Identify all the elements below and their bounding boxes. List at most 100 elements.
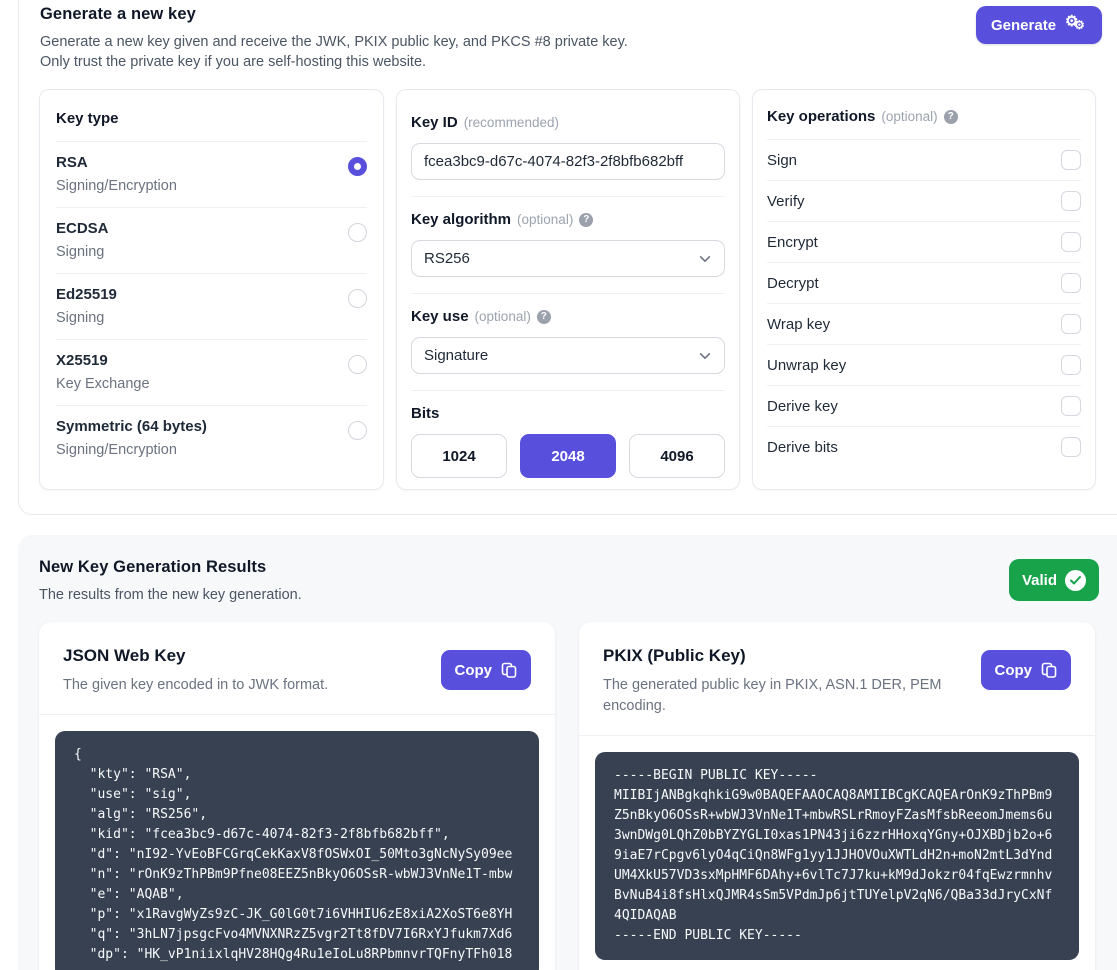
operation-label: Decrypt	[767, 275, 819, 292]
key-use-section: Key use (optional) ? Signature	[411, 294, 725, 391]
generator-form: Key type RSA Signing/Encryption ECDSA Si…	[39, 89, 1096, 490]
key-operations-hint: (optional)	[881, 109, 937, 124]
valid-badge[interactable]: Valid	[1009, 559, 1099, 601]
key-algorithm-value: RS256	[424, 250, 470, 267]
key-algorithm-hint: (optional)	[517, 212, 573, 227]
checkbox-wrap-key[interactable]	[1061, 314, 1081, 334]
key-type-option-x25519[interactable]: X25519 Key Exchange	[56, 339, 367, 405]
results-section: New Key Generation Results The results f…	[18, 535, 1117, 970]
help-icon[interactable]: ?	[579, 213, 593, 227]
operation-row-derive-key[interactable]: Derive key	[767, 385, 1081, 426]
key-algorithm-label: Key algorithm	[411, 211, 511, 228]
option-label: ECDSA	[56, 220, 109, 237]
copy-icon	[1041, 662, 1057, 678]
copy-label: Copy	[995, 662, 1033, 679]
operation-row-derive-bits[interactable]: Derive bits	[767, 426, 1081, 467]
results-title: New Key Generation Results	[39, 558, 302, 577]
operation-label: Unwrap key	[767, 357, 846, 374]
help-icon[interactable]: ?	[537, 310, 551, 324]
description-line-2: Only trust the private key if you are se…	[40, 52, 628, 72]
key-use-value: Signature	[424, 347, 488, 364]
operation-row-decrypt[interactable]: Decrypt	[767, 262, 1081, 303]
key-config-panel: Key ID (recommended) Key algorithm (opti…	[396, 89, 740, 490]
option-sublabel: Signing/Encryption	[56, 178, 177, 194]
gears-icon: ⚙ ⚙	[1065, 15, 1087, 35]
chevron-down-icon	[698, 252, 712, 266]
operation-label: Verify	[767, 193, 805, 210]
operation-row-verify[interactable]: Verify	[767, 180, 1081, 221]
page-title: Generate a new key	[40, 5, 628, 24]
checkbox-derive-key[interactable]	[1061, 396, 1081, 416]
key-type-option-ecdsa[interactable]: ECDSA Signing	[56, 207, 367, 273]
generate-section: Generate a new key Generate a new key gi…	[18, 0, 1117, 515]
results-header: New Key Generation Results The results f…	[39, 558, 302, 605]
description-line-1: Generate a new key given and receive the…	[40, 32, 628, 52]
copy-icon	[501, 662, 517, 678]
bits-label: Bits	[411, 405, 439, 422]
pkix-card-description: The generated public key in PKIX, ASN.1 …	[603, 675, 951, 717]
pkix-copy-button[interactable]: Copy	[981, 650, 1072, 690]
checkbox-encrypt[interactable]	[1061, 232, 1081, 252]
pkix-code-block[interactable]: -----BEGIN PUBLIC KEY----- MIIBIjANBgkqh…	[595, 752, 1079, 960]
checkbox-verify[interactable]	[1061, 191, 1081, 211]
help-icon[interactable]: ?	[944, 110, 958, 124]
copy-label: Copy	[455, 662, 493, 679]
radio-ecdsa[interactable]	[348, 223, 367, 242]
generate-section-header: Generate a new key Generate a new key gi…	[40, 5, 628, 72]
key-use-label: Key use	[411, 308, 469, 325]
operation-row-wrap-key[interactable]: Wrap key	[767, 303, 1081, 344]
operation-label: Derive bits	[767, 439, 838, 456]
option-label: Ed25519	[56, 286, 117, 303]
operation-row-sign[interactable]: Sign	[767, 139, 1081, 180]
jwk-copy-button[interactable]: Copy	[441, 650, 532, 690]
radio-x25519[interactable]	[348, 355, 367, 374]
key-type-option-symmetric[interactable]: Symmetric (64 bytes) Signing/Encryption	[56, 405, 367, 471]
checkbox-decrypt[interactable]	[1061, 273, 1081, 293]
key-id-label: Key ID	[411, 114, 458, 131]
results-description: The results from the new key generation.	[39, 585, 302, 605]
operation-label: Wrap key	[767, 316, 830, 333]
operation-row-encrypt[interactable]: Encrypt	[767, 221, 1081, 262]
checkbox-derive-bits[interactable]	[1061, 437, 1081, 457]
key-type-panel: Key type RSA Signing/Encryption ECDSA Si…	[39, 89, 384, 490]
option-label: RSA	[56, 154, 177, 171]
bits-option-4096[interactable]: 4096	[629, 434, 725, 478]
key-algorithm-section: Key algorithm (optional) ? RS256	[411, 197, 725, 294]
checkbox-unwrap-key[interactable]	[1061, 355, 1081, 375]
operation-row-unwrap-key[interactable]: Unwrap key	[767, 344, 1081, 385]
check-circle-icon	[1065, 570, 1086, 591]
key-type-title: Key type	[56, 102, 367, 141]
key-use-hint: (optional)	[475, 309, 531, 324]
results-cards: JSON Web Key The given key encoded in to…	[39, 622, 1095, 970]
pkix-card: PKIX (Public Key) The generated public k…	[579, 622, 1095, 970]
key-type-option-ed25519[interactable]: Ed25519 Signing	[56, 273, 367, 339]
key-use-select[interactable]: Signature	[411, 337, 725, 374]
operation-label: Encrypt	[767, 234, 818, 251]
radio-symmetric[interactable]	[348, 421, 367, 440]
key-algorithm-select[interactable]: RS256	[411, 240, 725, 277]
valid-label: Valid	[1022, 572, 1057, 589]
jwk-code-block[interactable]: { "kty": "RSA", "use": "sig", "alg": "RS…	[55, 731, 539, 970]
key-id-input[interactable]	[411, 143, 725, 180]
jwk-card-description: The given key encoded in to JWK format.	[63, 675, 411, 696]
generate-button-label: Generate	[991, 17, 1056, 34]
radio-ed25519[interactable]	[348, 289, 367, 308]
bits-option-2048[interactable]: 2048	[520, 434, 616, 478]
option-sublabel: Key Exchange	[56, 376, 150, 392]
section-description: Generate a new key given and receive the…	[40, 32, 628, 72]
operation-label: Derive key	[767, 398, 838, 415]
key-id-hint: (recommended)	[464, 115, 559, 130]
option-label: X25519	[56, 352, 150, 369]
option-sublabel: Signing/Encryption	[56, 442, 207, 458]
key-operations-title: Key operations	[767, 108, 875, 125]
option-sublabel: Signing	[56, 310, 117, 326]
key-type-option-rsa[interactable]: RSA Signing/Encryption	[56, 141, 367, 207]
jwk-card: JSON Web Key The given key encoded in to…	[39, 622, 555, 970]
key-operations-panel: Key operations (optional) ? Sign Verify …	[752, 89, 1096, 490]
operation-label: Sign	[767, 152, 797, 169]
radio-rsa[interactable]	[348, 157, 367, 176]
option-sublabel: Signing	[56, 244, 109, 260]
bits-option-1024[interactable]: 1024	[411, 434, 507, 478]
checkbox-sign[interactable]	[1061, 150, 1081, 170]
generate-button[interactable]: Generate ⚙ ⚙	[976, 6, 1102, 44]
